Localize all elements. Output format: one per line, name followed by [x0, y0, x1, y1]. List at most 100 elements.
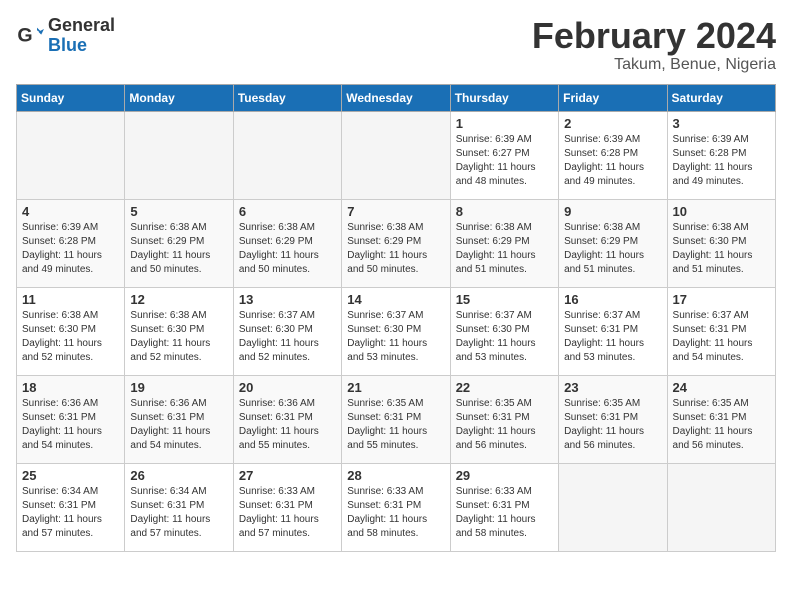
calendar-cell	[667, 463, 775, 551]
day-number: 11	[22, 292, 119, 307]
calendar-week-2: 4 Sunrise: 6:39 AMSunset: 6:28 PMDaylight…	[17, 199, 776, 287]
calendar-cell: 24Sunrise: 6:35 AMSunset: 6:31 PMDayligh…	[667, 375, 775, 463]
calendar-cell: 14Sunrise: 6:37 AMSunset: 6:30 PMDayligh…	[342, 287, 450, 375]
day-number: 22	[456, 380, 553, 395]
day-info: Sunrise: 6:39 AMSunset: 6:28 PMDaylight:…	[564, 133, 661, 189]
day-number: 20	[239, 380, 336, 395]
day-info: Sunrise: 6:37 AMSunset: 6:31 PMDaylight:…	[673, 309, 770, 365]
weekday-header-tuesday: Tuesday	[233, 84, 341, 111]
day-number: 28	[347, 468, 444, 483]
title-block: February 2024 Takum, Benue, Nigeria	[532, 16, 776, 74]
day-number: 5	[130, 204, 227, 219]
day-info: Sunrise: 6:36 AMSunset: 6:31 PMDaylight:…	[239, 397, 336, 453]
day-info: Sunrise: 6:38 AMSunset: 6:30 PMDaylight:…	[22, 309, 119, 365]
day-info: Sunrise: 6:38 AMSunset: 6:29 PMDaylight:…	[347, 221, 444, 277]
calendar-subtitle: Takum, Benue, Nigeria	[532, 56, 776, 74]
day-info: Sunrise: 6:36 AMSunset: 6:31 PMDaylight:…	[22, 397, 119, 453]
svg-text:G: G	[17, 24, 32, 46]
day-info: Sunrise: 6:36 AMSunset: 6:31 PMDaylight:…	[130, 397, 227, 453]
day-number: 16	[564, 292, 661, 307]
calendar-week-3: 11 Sunrise: 6:38 AMSunset: 6:30 PMDayligh…	[17, 287, 776, 375]
calendar-cell: 12 Sunrise: 6:38 AMSunset: 6:30 PMDayligh…	[125, 287, 233, 375]
day-number: 3	[673, 116, 770, 131]
day-info: Sunrise: 6:35 AMSunset: 6:31 PMDaylight:…	[347, 397, 444, 453]
calendar-cell	[17, 111, 125, 199]
calendar-cell: 9 Sunrise: 6:38 AMSunset: 6:29 PMDaylight…	[559, 199, 667, 287]
weekday-header-row: SundayMondayTuesdayWednesdayThursdayFrid…	[17, 84, 776, 111]
logo-text: GeneralBlue	[48, 16, 115, 56]
calendar-cell: 21 Sunrise: 6:35 AMSunset: 6:31 PMDayligh…	[342, 375, 450, 463]
day-info: Sunrise: 6:34 AMSunset: 6:31 PMDaylight:…	[22, 485, 119, 541]
page-header: G GeneralBlue February 2024 Takum, Benue…	[16, 16, 776, 74]
calendar-cell: 3 Sunrise: 6:39 AMSunset: 6:28 PMDaylight…	[667, 111, 775, 199]
calendar-cell: 5 Sunrise: 6:38 AMSunset: 6:29 PMDaylight…	[125, 199, 233, 287]
calendar-week-1: 1 Sunrise: 6:39 AMSunset: 6:27 PMDaylight…	[17, 111, 776, 199]
day-info: Sunrise: 6:35 AMSunset: 6:31 PMDaylight:…	[456, 397, 553, 453]
day-number: 15	[456, 292, 553, 307]
weekday-header-wednesday: Wednesday	[342, 84, 450, 111]
day-info: Sunrise: 6:38 AMSunset: 6:29 PMDaylight:…	[564, 221, 661, 277]
calendar-cell	[125, 111, 233, 199]
day-info: Sunrise: 6:33 AMSunset: 6:31 PMDaylight:…	[456, 485, 553, 541]
calendar-cell: 11 Sunrise: 6:38 AMSunset: 6:30 PMDayligh…	[17, 287, 125, 375]
day-info: Sunrise: 6:37 AMSunset: 6:30 PMDaylight:…	[456, 309, 553, 365]
day-number: 1	[456, 116, 553, 131]
day-number: 2	[564, 116, 661, 131]
calendar-cell: 29Sunrise: 6:33 AMSunset: 6:31 PMDayligh…	[450, 463, 558, 551]
day-info: Sunrise: 6:39 AMSunset: 6:27 PMDaylight:…	[456, 133, 553, 189]
day-number: 14	[347, 292, 444, 307]
calendar-cell: 2 Sunrise: 6:39 AMSunset: 6:28 PMDaylight…	[559, 111, 667, 199]
day-number: 6	[239, 204, 336, 219]
day-info: Sunrise: 6:39 AMSunset: 6:28 PMDaylight:…	[22, 221, 119, 277]
weekday-header-thursday: Thursday	[450, 84, 558, 111]
day-info: Sunrise: 6:37 AMSunset: 6:31 PMDaylight:…	[564, 309, 661, 365]
calendar-cell: 17 Sunrise: 6:37 AMSunset: 6:31 PMDayligh…	[667, 287, 775, 375]
day-number: 4	[22, 204, 119, 219]
day-number: 9	[564, 204, 661, 219]
calendar-table: SundayMondayTuesdayWednesdayThursdayFrid…	[16, 84, 776, 552]
calendar-cell: 27Sunrise: 6:33 AMSunset: 6:31 PMDayligh…	[233, 463, 341, 551]
day-info: Sunrise: 6:38 AMSunset: 6:30 PMDaylight:…	[673, 221, 770, 277]
day-number: 25	[22, 468, 119, 483]
day-info: Sunrise: 6:35 AMSunset: 6:31 PMDaylight:…	[564, 397, 661, 453]
day-info: Sunrise: 6:39 AMSunset: 6:28 PMDaylight:…	[673, 133, 770, 189]
calendar-week-5: 25 Sunrise: 6:34 AMSunset: 6:31 PMDayligh…	[17, 463, 776, 551]
day-info: Sunrise: 6:38 AMSunset: 6:29 PMDaylight:…	[130, 221, 227, 277]
day-info: Sunrise: 6:38 AMSunset: 6:29 PMDaylight:…	[456, 221, 553, 277]
calendar-cell: 26 Sunrise: 6:34 AMSunset: 6:31 PMDayligh…	[125, 463, 233, 551]
day-number: 12	[130, 292, 227, 307]
day-info: Sunrise: 6:38 AMSunset: 6:30 PMDaylight:…	[130, 309, 227, 365]
logo-icon: G	[16, 22, 44, 50]
calendar-cell	[559, 463, 667, 551]
day-number: 23	[564, 380, 661, 395]
day-number: 27	[239, 468, 336, 483]
calendar-cell: 6Sunrise: 6:38 AMSunset: 6:29 PMDaylight…	[233, 199, 341, 287]
calendar-cell	[342, 111, 450, 199]
calendar-cell: 28 Sunrise: 6:33 AMSunset: 6:31 PMDayligh…	[342, 463, 450, 551]
calendar-cell: 16 Sunrise: 6:37 AMSunset: 6:31 PMDayligh…	[559, 287, 667, 375]
calendar-cell: 20 Sunrise: 6:36 AMSunset: 6:31 PMDayligh…	[233, 375, 341, 463]
day-info: Sunrise: 6:34 AMSunset: 6:31 PMDaylight:…	[130, 485, 227, 541]
day-number: 24	[673, 380, 770, 395]
day-info: Sunrise: 6:33 AMSunset: 6:31 PMDaylight:…	[347, 485, 444, 541]
day-number: 10	[673, 204, 770, 219]
day-number: 19	[130, 380, 227, 395]
logo-blue: Blue	[48, 35, 87, 55]
calendar-cell: 10 Sunrise: 6:38 AMSunset: 6:30 PMDayligh…	[667, 199, 775, 287]
calendar-cell: 15 Sunrise: 6:37 AMSunset: 6:30 PMDayligh…	[450, 287, 558, 375]
day-number: 8	[456, 204, 553, 219]
calendar-cell: 8 Sunrise: 6:38 AMSunset: 6:29 PMDaylight…	[450, 199, 558, 287]
day-number: 17	[673, 292, 770, 307]
calendar-cell	[233, 111, 341, 199]
weekday-header-monday: Monday	[125, 84, 233, 111]
logo: G GeneralBlue	[16, 16, 115, 56]
day-number: 26	[130, 468, 227, 483]
day-number: 7	[347, 204, 444, 219]
weekday-header-saturday: Saturday	[667, 84, 775, 111]
calendar-cell: 13Sunrise: 6:37 AMSunset: 6:30 PMDayligh…	[233, 287, 341, 375]
day-number: 21	[347, 380, 444, 395]
weekday-header-friday: Friday	[559, 84, 667, 111]
calendar-cell: 1 Sunrise: 6:39 AMSunset: 6:27 PMDaylight…	[450, 111, 558, 199]
calendar-title: February 2024	[532, 16, 776, 56]
day-number: 18	[22, 380, 119, 395]
